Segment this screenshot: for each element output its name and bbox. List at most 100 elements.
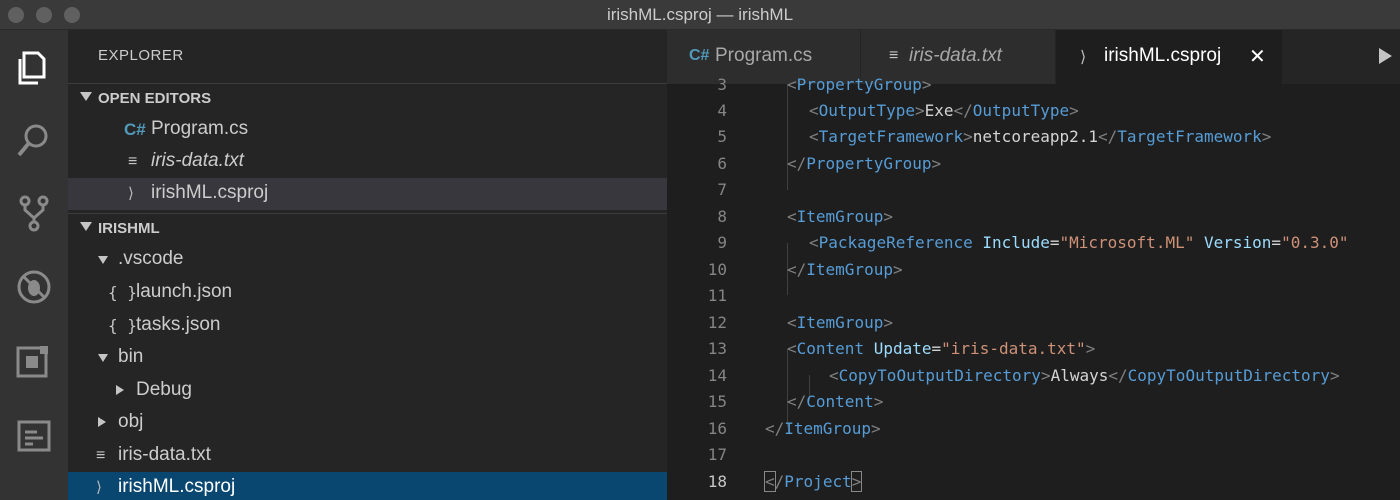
json-file-icon: { } [108, 316, 137, 335]
line-number: 3 [717, 75, 727, 94]
folder-title: IRISHML [98, 220, 160, 237]
code-line: 5 <TargetFramework>netcoreapp2.1</Target… [667, 124, 1400, 150]
tab-label: irishML.csproj [1104, 45, 1222, 66]
code-text: </PropertyGroup> [787, 154, 942, 173]
tree-item-label: obj [118, 411, 144, 432]
extensions-icon[interactable] [14, 342, 54, 382]
line-number: 7 [717, 180, 727, 199]
xml-file-icon: ⟩ [1080, 49, 1087, 66]
code-line: 4 <OutputType>Exe</OutputType> [667, 98, 1400, 124]
line-number: 16 [707, 419, 727, 438]
code-text: <CopyToOutputDirectory>Always</CopyToOut… [829, 366, 1340, 385]
code-line: 6 </PropertyGroup> [667, 151, 1400, 177]
line-number: 6 [717, 154, 727, 173]
code-line: 3 <PropertyGroup> [667, 72, 1400, 98]
code-text: </Project> [764, 471, 863, 492]
explorer-header: EXPLORER [98, 47, 184, 64]
line-number: 9 [717, 233, 727, 252]
line-number: 18 [707, 472, 727, 491]
tree-folder-bin[interactable]: bin [68, 342, 667, 374]
code-line: 7 [667, 177, 1400, 203]
xml-file-icon: ⟩ [128, 185, 134, 202]
code-text: <TargetFramework>netcoreapp2.1</TargetFr… [809, 127, 1272, 146]
line-number: 17 [707, 445, 727, 464]
code-line: 17 [667, 442, 1400, 468]
source-control-icon[interactable] [14, 193, 54, 233]
code-line: 12 <ItemGroup> [667, 310, 1400, 336]
code-line-current: 18 </Project> [667, 469, 1400, 495]
tree-item-label: tasks.json [136, 314, 221, 335]
code-line: 8 <ItemGroup> [667, 204, 1400, 230]
line-number: 10 [707, 260, 727, 279]
explorer-sidebar: EXPLORER OPEN EDITORS C# Program.cs ≡ ir… [68, 30, 667, 500]
code-text: <ItemGroup> [787, 207, 893, 226]
window-title: irishML.csproj — irishML [606, 5, 794, 24]
tree-item-label: .vscode [118, 248, 184, 269]
tree-item-label: irishML.csproj [118, 476, 236, 497]
open-editors-title: OPEN EDITORS [98, 90, 212, 107]
tree-file-launch[interactable]: { } launch.json [68, 277, 667, 309]
chevron-right-icon [116, 385, 124, 395]
text-file-icon: ≡ [128, 153, 138, 170]
code-text: </Content> [787, 392, 884, 411]
tree-file-iris[interactable]: ≡ iris-data.txt [68, 440, 667, 472]
tree-item-label: Debug [136, 379, 192, 400]
text-file-icon: ≡ [889, 47, 899, 64]
tree-item-label: launch.json [136, 281, 233, 302]
chevron-down-icon [98, 354, 108, 362]
code-text: </ItemGroup> [765, 419, 881, 438]
json-file-icon: { } [108, 283, 137, 302]
line-number: 8 [717, 207, 727, 226]
open-editor-item[interactable]: ≡ iris-data.txt [68, 146, 667, 178]
folder-section[interactable]: IRISHML [68, 213, 667, 243]
code-line: 16 </ItemGroup> [667, 416, 1400, 442]
line-number: 5 [717, 127, 727, 146]
code-line: 10 </ItemGroup> [667, 257, 1400, 283]
tree-file-tasks[interactable]: { } tasks.json [68, 310, 667, 342]
code-line: 15 </Content> [667, 389, 1400, 415]
xml-file-icon: ⟩ [96, 479, 102, 496]
line-number: 13 [707, 339, 727, 358]
explorer-icon[interactable] [14, 47, 54, 87]
code-line: 14 <CopyToOutputDirectory>Always</CopyTo… [667, 363, 1400, 389]
code-text: <Content Update="iris-data.txt"> [787, 339, 1096, 358]
code-text: <OutputType>Exe</OutputType> [809, 101, 1079, 120]
code-text: <ItemGroup> [787, 313, 893, 332]
code-text: </ItemGroup> [787, 260, 903, 279]
open-editor-label: irishML.csproj [151, 182, 269, 203]
tree-folder-debug[interactable]: Debug [68, 375, 667, 407]
tree-file-csproj-selected[interactable]: ⟩ irishML.csproj [68, 472, 667, 500]
code-text: <PackageReference Include="Microsoft.ML"… [809, 233, 1349, 252]
run-icon[interactable] [1379, 48, 1392, 64]
open-editor-label: iris-data.txt [151, 150, 244, 171]
code-line: 9 <PackageReference Include="Microsoft.M… [667, 230, 1400, 256]
tab-label: Program.cs [715, 45, 813, 66]
editor-area: C# Program.cs ≡ iris-data.txt ⟩ irishML.… [667, 30, 1400, 500]
chevron-down-icon [80, 92, 92, 101]
open-editor-item-active[interactable]: ⟩ irishML.csproj [68, 178, 667, 210]
code-line: 13 <Content Update="iris-data.txt"> [667, 336, 1400, 362]
title-bar: irishML.csproj — irishML [0, 0, 1400, 30]
line-number: 12 [707, 313, 727, 332]
code-line: 11 [667, 283, 1400, 309]
chevron-down-icon [80, 222, 92, 231]
csharp-file-icon: C# [689, 47, 710, 64]
open-editor-item[interactable]: C# Program.cs [68, 114, 667, 146]
text-file-icon: ≡ [96, 447, 106, 464]
open-editors-section[interactable]: OPEN EDITORS [68, 83, 667, 113]
activity-bar [0, 30, 68, 500]
debug-icon[interactable] [14, 267, 54, 307]
tab-label: iris-data.txt [909, 45, 1002, 66]
tree-folder-vscode[interactable]: .vscode [68, 244, 667, 276]
line-number: 11 [707, 286, 727, 305]
line-number: 15 [707, 392, 727, 411]
code-editor[interactable]: 3 <PropertyGroup> 4 <OutputType>Exe</Out… [667, 75, 1400, 500]
search-icon[interactable] [14, 120, 54, 160]
tree-folder-obj[interactable]: obj [68, 407, 667, 439]
open-editor-label: Program.cs [151, 118, 249, 139]
close-icon[interactable]: ✕ [1249, 44, 1266, 69]
chevron-down-icon [98, 256, 108, 264]
chevron-right-icon [98, 417, 106, 427]
panel-icon[interactable] [14, 416, 54, 456]
line-number: 4 [717, 101, 727, 120]
